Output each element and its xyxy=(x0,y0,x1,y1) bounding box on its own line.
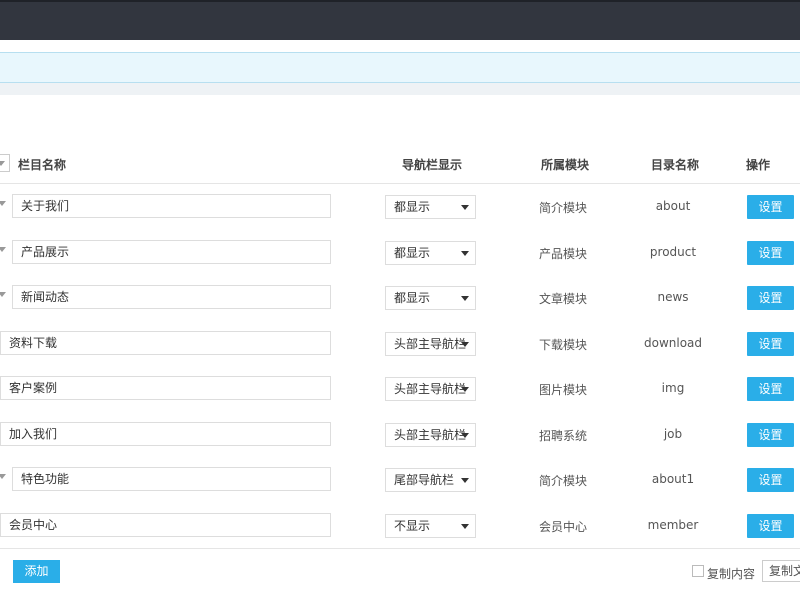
table-row: 资料下载 头部主导航栏 下载模块 download 设置 xyxy=(0,321,800,366)
module-label: 简介模块 xyxy=(538,201,587,215)
header-nav-display: 导航栏显示 xyxy=(402,158,463,172)
header-column-name: 栏目名称 xyxy=(18,158,67,172)
nav-display-select[interactable]: 头部主导航栏 xyxy=(385,331,476,356)
nav-display-value: 不显示 xyxy=(394,518,431,533)
settings-button[interactable]: 设置 xyxy=(747,468,794,492)
directory-name: job xyxy=(663,426,683,441)
directory-name: product xyxy=(649,244,697,259)
column-name-input[interactable]: 新闻动态 xyxy=(12,285,331,309)
expand-all-toggle[interactable] xyxy=(0,154,10,172)
directory-name: img xyxy=(661,381,685,395)
copy-button[interactable]: 复制文 xyxy=(762,560,800,582)
column-name-input[interactable]: 关于我们 xyxy=(12,194,331,218)
nav-display-value: 都显示 xyxy=(394,200,431,214)
caret-down-icon xyxy=(461,478,469,483)
settings-button[interactable]: 设置 xyxy=(747,513,794,538)
settings-button[interactable]: 设置 xyxy=(747,377,794,401)
chevron-down-icon[interactable] xyxy=(0,198,10,210)
table-row: 新闻动态 都显示 文章模块 news 设置 xyxy=(0,275,800,320)
directory-name: about xyxy=(655,199,691,213)
column-name-input[interactable]: 资料下载 xyxy=(0,330,331,355)
info-bar xyxy=(0,52,800,83)
column-name-input[interactable]: 产品展示 xyxy=(12,239,331,264)
copy-content-checkbox[interactable] xyxy=(692,565,704,577)
nav-display-select[interactable]: 头部主导航栏 xyxy=(385,377,476,401)
header-module: 所属模块 xyxy=(541,158,590,172)
add-button[interactable]: 添加 xyxy=(13,560,60,583)
directory-name: about1 xyxy=(651,472,695,486)
table-row: 客户案例 头部主导航栏 图片模块 img 设置 xyxy=(0,366,800,411)
nav-display-value: 头部主导航栏 xyxy=(394,336,467,351)
nav-display-select[interactable]: 头部主导航栏 xyxy=(385,422,476,447)
table-row: 会员中心 不显示 会员中心 member 设置 xyxy=(0,503,800,548)
caret-down-icon xyxy=(461,387,469,392)
table-header: 栏目名称 导航栏显示 所属模块 目录名称 操作 xyxy=(0,150,800,184)
nav-display-select[interactable]: 都显示 xyxy=(385,240,476,265)
column-name-input[interactable]: 特色功能 xyxy=(12,467,331,491)
caret-down-icon xyxy=(461,250,469,256)
module-label: 文章模块 xyxy=(538,292,587,306)
caret-down-icon xyxy=(461,341,469,347)
module-label: 下载模块 xyxy=(538,337,587,352)
chevron-down-icon[interactable] xyxy=(0,289,10,301)
chevron-down-icon[interactable] xyxy=(0,244,10,256)
nav-display-value: 尾部导航栏 xyxy=(394,473,455,487)
top-navbar xyxy=(0,0,800,40)
footer-divider xyxy=(0,548,800,549)
header-action: 操作 xyxy=(746,158,771,172)
header-directory: 目录名称 xyxy=(651,158,700,172)
nav-display-value: 都显示 xyxy=(394,291,431,305)
nav-display-select[interactable]: 尾部导航栏 xyxy=(385,468,476,492)
column-name-input[interactable]: 客户案例 xyxy=(0,376,331,400)
directory-name: member xyxy=(647,517,699,532)
nav-display-value: 头部主导航栏 xyxy=(394,382,467,396)
chevron-down-icon[interactable] xyxy=(0,471,10,483)
module-label: 产品模块 xyxy=(538,246,587,261)
copy-content-label: 复制内容 xyxy=(707,567,756,581)
table-row: 产品展示 都显示 产品模块 product 设置 xyxy=(0,230,800,275)
settings-button[interactable]: 设置 xyxy=(747,240,794,265)
nav-display-select[interactable]: 都显示 xyxy=(385,195,476,219)
table-row: 关于我们 都显示 简介模块 about 设置 xyxy=(0,184,800,229)
page-divider xyxy=(0,83,800,95)
caret-down-icon xyxy=(461,205,469,210)
directory-name: news xyxy=(657,290,689,304)
column-name-input[interactable]: 会员中心 xyxy=(0,512,331,537)
caret-down-icon xyxy=(461,296,469,301)
table-row: 特色功能 尾部导航栏 简介模块 about1 设置 xyxy=(0,457,800,502)
caret-down-icon xyxy=(461,432,469,438)
module-label: 简介模块 xyxy=(538,474,587,488)
nav-display-value: 都显示 xyxy=(394,245,431,260)
caret-down-icon xyxy=(461,523,469,529)
settings-button[interactable]: 设置 xyxy=(747,286,794,310)
nav-display-select[interactable]: 不显示 xyxy=(385,513,476,538)
settings-button[interactable]: 设置 xyxy=(747,422,794,447)
nav-display-value: 头部主导航栏 xyxy=(394,427,467,442)
module-label: 会员中心 xyxy=(538,519,587,534)
settings-button[interactable]: 设置 xyxy=(747,331,794,356)
module-label: 图片模块 xyxy=(538,383,587,397)
table-row: 加入我们 头部主导航栏 招聘系统 job 设置 xyxy=(0,412,800,457)
module-label: 招聘系统 xyxy=(538,428,587,443)
column-name-input[interactable]: 加入我们 xyxy=(0,421,331,446)
settings-button[interactable]: 设置 xyxy=(747,195,794,219)
directory-name: download xyxy=(643,335,703,350)
nav-display-select[interactable]: 都显示 xyxy=(385,286,476,310)
